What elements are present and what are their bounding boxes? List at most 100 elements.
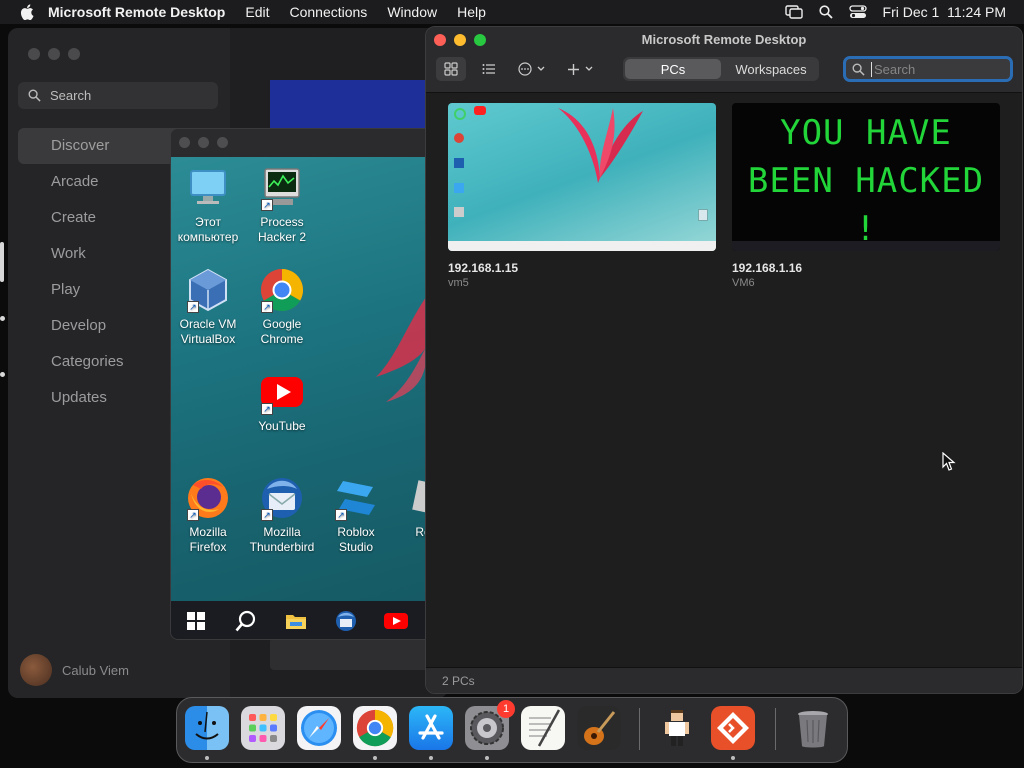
mini-roblox-player-icon: [454, 207, 464, 217]
minimize-button[interactable]: [198, 137, 209, 148]
dock-system-settings[interactable]: 1: [465, 700, 515, 750]
desktop-icon-label: Этот компьютер: [177, 215, 239, 244]
pc-grid: 192.168.1.15 vm5 YOU HAVE BEEN HACKED ! …: [448, 103, 1000, 289]
pc-thumbnail[interactable]: YOU HAVE BEEN HACKED !: [732, 103, 1000, 251]
dock-safari[interactable]: [297, 706, 341, 750]
search-icon: [28, 89, 41, 102]
firefox-icon: ↗: [185, 475, 231, 521]
desktop-icon-label: Process Hacker 2: [257, 215, 307, 244]
dock-remote-desktop[interactable]: [711, 706, 755, 750]
search-input[interactable]: [871, 61, 1001, 77]
chevron-down-icon: [585, 66, 592, 71]
close-button[interactable]: [179, 137, 190, 148]
youtube-icon: ↗: [259, 369, 305, 415]
dock-chrome[interactable]: [353, 706, 397, 750]
safari-compass-icon: [301, 710, 337, 746]
content-card[interactable]: [270, 638, 448, 670]
grid-view-button[interactable]: [436, 57, 466, 81]
dock-garageband[interactable]: [577, 706, 621, 750]
pc-tile-vm5[interactable]: 192.168.1.15 vm5: [448, 103, 716, 289]
pc-thumbnail[interactable]: [448, 103, 716, 251]
pc-tile-vm6[interactable]: YOU HAVE BEEN HACKED ! 192.168.1.16 VM6: [732, 103, 1000, 289]
ellipsis-circle-icon: [518, 62, 532, 76]
shortcut-arrow-icon: ↗: [261, 509, 273, 521]
menu-window[interactable]: Window: [387, 4, 437, 20]
remote-desktop-toolbar: Microsoft Remote Desktop PCs Workspaces: [426, 27, 1022, 93]
apple-icon[interactable]: [20, 4, 34, 20]
desktop-icon-label: Google Chrome: [260, 317, 304, 346]
edge-dot: [0, 372, 5, 377]
taskbar-youtube[interactable]: [371, 612, 421, 630]
taskbar-file-explorer[interactable]: [271, 612, 321, 630]
remote-session-titlebar[interactable]: [171, 129, 425, 157]
list-view-button[interactable]: [474, 57, 504, 81]
windows-logo-icon: [187, 612, 205, 630]
desktop-icon-process-hacker[interactable]: ↗ Process Hacker 2: [245, 165, 319, 245]
search-icon: [852, 63, 865, 76]
zoom-button[interactable]: [68, 48, 80, 60]
add-menu[interactable]: [564, 57, 596, 81]
zoom-button[interactable]: [217, 137, 228, 148]
taskbar-search-button[interactable]: [221, 610, 271, 632]
desktop-icon-virtualbox[interactable]: ↗ Oracle VM VirtualBox: [171, 267, 245, 347]
app-store-window-controls: [28, 48, 80, 60]
chrome-icon: [356, 709, 394, 747]
dock-textedit[interactable]: [521, 706, 565, 750]
menubar-clock[interactable]: Fri Dec 1 11:24 PM: [883, 4, 1006, 20]
pc-label: VM6: [732, 277, 755, 289]
account-button[interactable]: Calub Viem: [20, 654, 129, 686]
mini-desktop-icon: [454, 108, 466, 120]
desktop-icon-roblox-player[interactable]: Ro Pl: [393, 475, 425, 540]
desktop-icon-thunderbird[interactable]: ↗ Mozilla Thunderbird: [245, 475, 319, 555]
mini-youtube-icon: [474, 106, 486, 115]
windows-taskbar: [171, 601, 425, 639]
remote-session-window-controls: [179, 137, 228, 148]
spotlight-search-icon[interactable]: [818, 5, 833, 19]
trash-icon: [798, 711, 828, 748]
dock-separator: [639, 708, 640, 750]
menu-bar: Microsoft Remote Desktop Edit Connection…: [0, 0, 1024, 24]
mini-roblox-icon: [454, 183, 464, 193]
dock-launchpad[interactable]: [241, 706, 285, 750]
taskbar-thunderbird[interactable]: [321, 610, 371, 632]
folder-icon: [286, 615, 306, 629]
mini-chrome-icon: [454, 133, 464, 143]
app-store-search-field[interactable]: Search: [18, 82, 218, 109]
start-button[interactable]: [171, 612, 221, 630]
search-box[interactable]: [843, 56, 1013, 82]
desktop-icon-roblox-studio[interactable]: ↗ Roblox Studio: [319, 475, 393, 555]
pc-name: 192.168.1.16: [732, 261, 803, 275]
list-icon: [482, 64, 495, 74]
edge-dot: [0, 316, 5, 321]
screen-mirroring-icon[interactable]: [784, 5, 803, 19]
account-name: Calub Viem: [62, 662, 129, 678]
control-center-icon[interactable]: [848, 5, 867, 19]
menu-edit[interactable]: Edit: [245, 4, 269, 20]
view-segmented-control: PCs Workspaces: [623, 57, 819, 81]
menu-help[interactable]: Help: [457, 4, 486, 20]
status-bar: 2 PCs: [426, 667, 1022, 693]
tab-pcs[interactable]: PCs: [625, 59, 721, 79]
active-app-name[interactable]: Microsoft Remote Desktop: [48, 4, 225, 20]
more-options-menu[interactable]: [516, 57, 548, 81]
dock-trash[interactable]: [791, 706, 835, 750]
remote-desktop-window: Microsoft Remote Desktop PCs Workspaces: [425, 26, 1023, 694]
desktop-icon-chrome[interactable]: ↗ Google Chrome: [245, 267, 319, 347]
dock-finder[interactable]: [185, 706, 229, 750]
featured-banner[interactable]: [270, 80, 448, 128]
tab-workspaces[interactable]: Workspaces: [723, 57, 819, 81]
close-button[interactable]: [28, 48, 40, 60]
desktop-icon-this-pc[interactable]: Этот компьютер: [171, 165, 245, 245]
minimize-button[interactable]: [48, 48, 60, 60]
dock-app-store[interactable]: [409, 706, 453, 750]
desktop-icon-firefox[interactable]: ↗ Mozilla Firefox: [171, 475, 245, 555]
menu-connections[interactable]: Connections: [289, 4, 367, 20]
thunderbird-icon: [336, 611, 356, 631]
remote-desktop-icon: [717, 712, 749, 744]
desktop-icon-youtube[interactable]: ↗ YouTube: [245, 369, 319, 434]
mini-thunderbird-icon: [454, 158, 464, 168]
desktop-icon-label: Mozilla Thunderbird: [249, 525, 315, 554]
mouse-cursor-icon: [942, 452, 956, 471]
dock-character[interactable]: [655, 706, 699, 750]
roblox-player-icon: [407, 475, 425, 521]
